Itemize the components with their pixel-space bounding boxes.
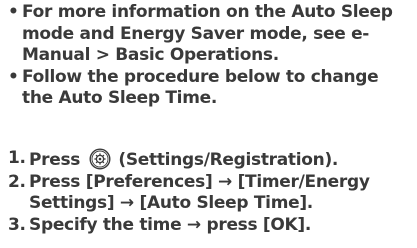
step-number: 2. bbox=[8, 171, 26, 192]
notes-list: • For more information on the Auto Sleep… bbox=[6, 2, 414, 110]
step-number: 1. bbox=[8, 148, 26, 168]
bullet-mark: • bbox=[8, 66, 19, 87]
note-item: • For more information on the Auto Sleep… bbox=[6, 2, 414, 67]
step-text: Specify the time → press [OK]. bbox=[29, 214, 312, 235]
step-number: 3. bbox=[8, 214, 26, 235]
step-item: 2. Press [Preferences] → [Timer/Energy S… bbox=[8, 172, 414, 215]
step-item: 3. Specify the time → press [OK]. bbox=[8, 215, 414, 237]
note-item: • Follow the procedure below to change t… bbox=[6, 67, 414, 110]
bullet-mark: • bbox=[8, 2, 19, 22]
note-text: Follow the procedure below to change the… bbox=[22, 66, 379, 109]
step-text-after-icon: (Settings/Registration). bbox=[118, 150, 339, 170]
step-text-before-icon: Press bbox=[29, 150, 81, 170]
step-item: 1. Press (Settings/Registration). bbox=[8, 148, 414, 172]
settings-registration-icon bbox=[89, 148, 111, 170]
note-text: For more information on the Auto Sleep m… bbox=[22, 2, 393, 65]
procedure-steps: 1. Press (Settings/Registration). 2. Pre… bbox=[8, 148, 414, 236]
manual-excerpt: • For more information on the Auto Sleep… bbox=[0, 0, 417, 248]
step-text: Press [Preferences] → [Timer/Energy Sett… bbox=[29, 171, 370, 214]
